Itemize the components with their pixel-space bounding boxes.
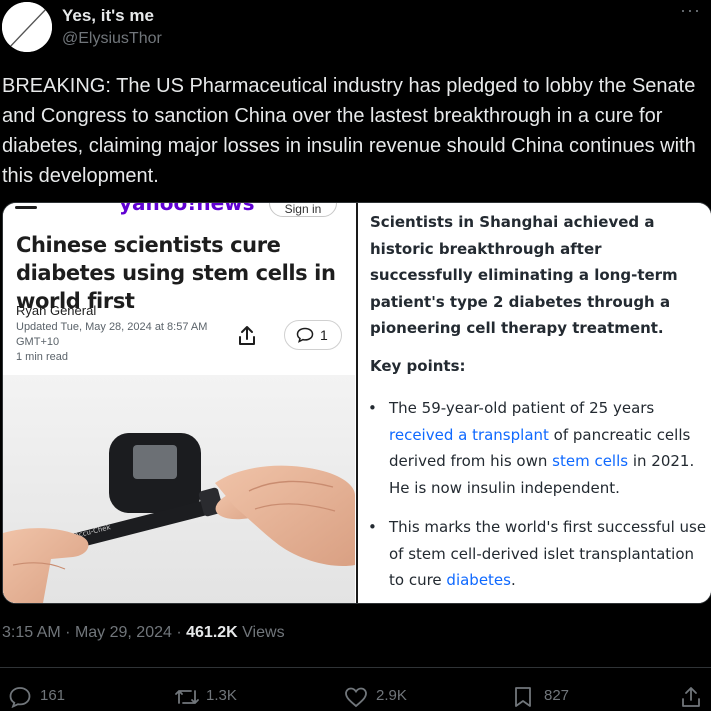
comment-count: 1	[320, 327, 328, 343]
like-count: 2.9K	[376, 687, 407, 704]
tweet-meta: 3:15 AM · May 29, 2024 · 461.2K Views	[2, 624, 285, 642]
comment-count-pill: 1	[284, 320, 342, 350]
more-options-button[interactable]: ···	[680, 0, 701, 21]
article-summary-screenshot: Scientists in Shanghai achieved a histor…	[358, 203, 711, 603]
meta-separator: ·	[65, 624, 71, 641]
article-updated: Updated Tue, May 28, 2024 at 8:57 AM GMT…	[16, 321, 208, 348]
tweet-text: BREAKING: The US Pharmaceutical industry…	[2, 75, 696, 187]
key-point-text: The 59-year-old patient of 25 years rece…	[389, 399, 695, 497]
bookmark-count: 827	[544, 687, 570, 704]
tweet-date[interactable]: May 29, 2024	[75, 624, 172, 641]
repost-count: 1.3K	[206, 687, 237, 704]
summary-text: Scientists in Shanghai achieved a histor…	[370, 213, 678, 337]
menu-icon	[15, 206, 37, 209]
glucose-meter-photo: Accu-Chek	[3, 375, 355, 603]
heart-icon	[345, 687, 367, 708]
avatar[interactable]	[2, 2, 52, 52]
received-transplant-link: received a transplant	[389, 425, 549, 444]
bullet-icon: •	[368, 518, 377, 536]
key-points-heading: Key points:	[370, 357, 466, 375]
tweet-media[interactable]: yahoo!news Sign in Chinese scientists cu…	[2, 202, 711, 604]
meta-separator: ·	[176, 624, 182, 641]
bullet-icon: •	[368, 399, 377, 417]
article-author: Ryan General	[16, 303, 97, 318]
repost-icon	[175, 690, 199, 704]
bookmark-icon	[515, 687, 531, 707]
avatar-image	[2, 2, 52, 52]
share-icon	[239, 326, 255, 345]
tweet-time[interactable]: 3:15 AM	[2, 624, 61, 641]
reply-count: 161	[40, 687, 66, 704]
views-count: 461.2K	[186, 624, 238, 641]
site-header: yahoo!news Sign in	[3, 203, 355, 217]
share-icon	[682, 687, 700, 707]
stem-cells-link: stem cells	[552, 452, 629, 470]
article-screenshot: yahoo!news Sign in Chinese scientists cu…	[3, 203, 355, 603]
key-point-text: This marks the world's first successful …	[389, 518, 707, 589]
article-read-time: 1 min read	[16, 351, 68, 363]
sign-in-button: Sign in	[269, 203, 337, 217]
actions-divider	[0, 667, 711, 668]
user-handle[interactable]: @ElysiusThor	[62, 30, 162, 48]
views-label: Views	[242, 624, 285, 641]
reply-icon	[9, 687, 31, 708]
comment-icon	[296, 327, 314, 343]
diabetes-link: diabetes	[446, 571, 511, 589]
display-name[interactable]: Yes, it's me	[62, 6, 154, 26]
site-logo: yahoo!news	[119, 203, 255, 215]
